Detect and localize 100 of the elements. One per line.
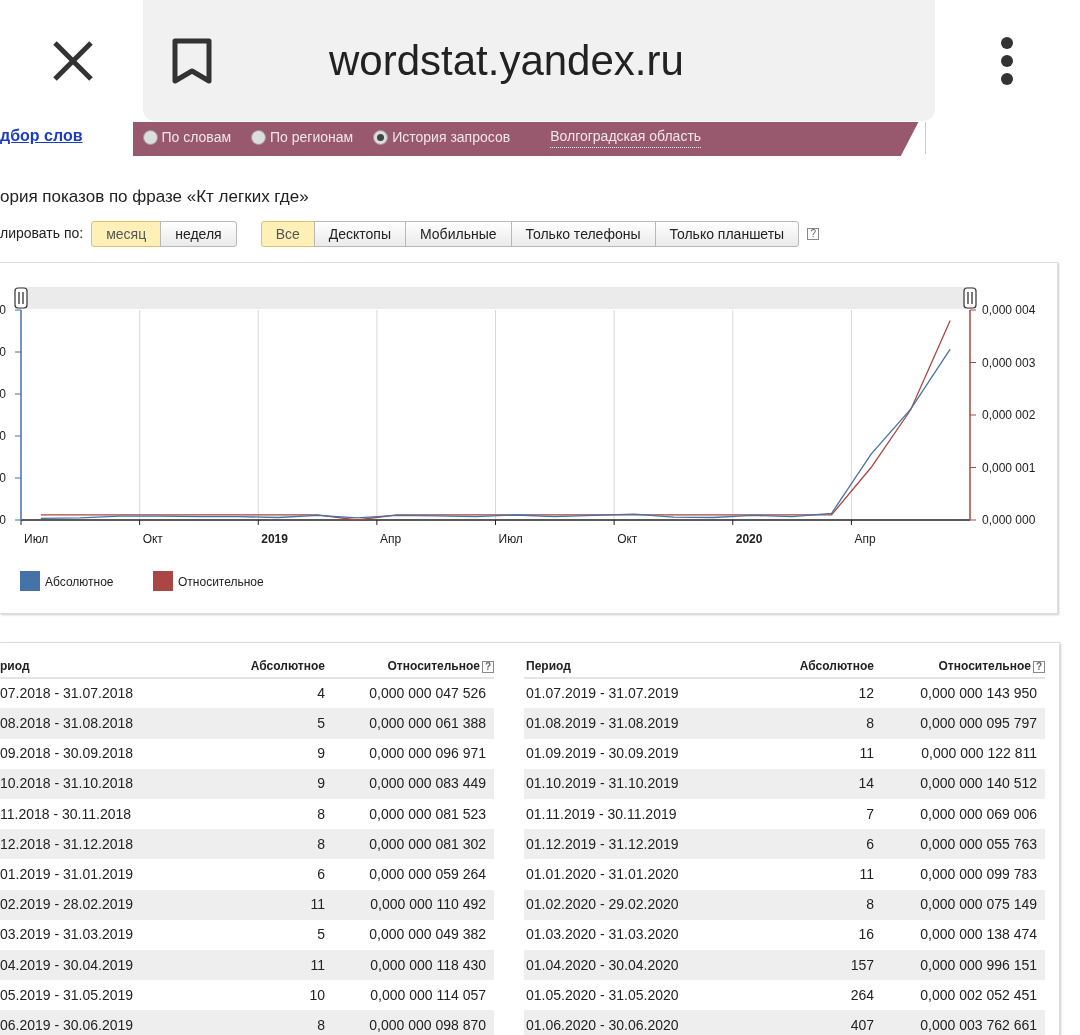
table-cell: 0,000 000 118 430 — [370, 956, 486, 973]
toggle-button[interactable]: Мобильные — [405, 220, 512, 247]
table-cell: 407 — [850, 1016, 874, 1033]
table-cell: 0,000 000 114 057 — [370, 986, 486, 1003]
table-cell: 0,000 000 059 264 — [369, 865, 486, 882]
column-header: Абсолютное — [250, 658, 325, 673]
table-cell: 01.2019 - 31.01.2019 — [0, 865, 134, 882]
y-axis-label: 0,000 001 — [982, 460, 1036, 474]
table-cell: 8 — [866, 715, 874, 731]
table-cell: 9 — [317, 745, 325, 762]
table-cell: 01.08.2019 - 31.08.2019 — [526, 715, 679, 731]
column-header: Абсолютное — [799, 658, 874, 673]
x-axis-label: Июл — [498, 531, 523, 546]
group-by-label: лировать по: — [0, 224, 84, 243]
toggle-button[interactable]: Десктопы — [313, 220, 406, 247]
table-cell: 03.2019 - 31.03.2019 — [0, 926, 134, 943]
radio-option[interactable]: По регионам — [251, 126, 354, 148]
table-cell: 09.2018 - 30.09.2018 — [0, 745, 134, 762]
word-selection-link[interactable]: дбор слов — [0, 118, 83, 148]
y-axis-label: 0,000 004 — [982, 302, 1036, 317]
table-cell: 0,000 000 047 526 — [369, 685, 486, 702]
y-axis-label: 0,000 003 — [982, 355, 1036, 369]
column-header: риод — [0, 658, 30, 673]
table-cell: 0,000 000 061 388 — [369, 715, 486, 731]
table-cell: 01.09.2019 - 30.09.2019 — [526, 745, 679, 762]
table-cell: 01.10.2019 - 31.10.2019 — [526, 775, 679, 792]
help-icon[interactable]: ? — [1033, 660, 1045, 673]
table-cell: 01.03.2020 - 31.03.2020 — [526, 926, 679, 943]
x-axis-label: Окт — [617, 531, 638, 546]
table-cell: 10 — [309, 986, 325, 1003]
table-cell: 0,000 000 081 523 — [369, 805, 486, 822]
table-cell: 8 — [866, 896, 874, 913]
legend-label[interactable]: Абсолютное — [45, 574, 114, 589]
table-cell: 0,000 000 098 870 — [369, 1016, 486, 1033]
table-cell: 12 — [858, 685, 874, 702]
table-cell: 4 — [317, 685, 325, 702]
table-cell: 0,000 000 110 492 — [370, 896, 486, 913]
y-axis-label: 0 — [0, 470, 6, 485]
page-title: ория показов по фразе «Кт легких где» — [0, 186, 310, 208]
range-handle[interactable] — [14, 286, 28, 309]
table-cell: 0,000 000 055 763 — [920, 835, 1037, 852]
legend-label[interactable]: Относительное — [178, 574, 264, 589]
table-cell: 01.06.2020 - 30.06.2020 — [526, 1016, 679, 1033]
y-axis-label: 0 — [0, 428, 6, 443]
table-cell: 06.2019 - 30.06.2019 — [0, 1016, 134, 1033]
toggle-button[interactable]: Все — [260, 220, 315, 247]
address-bar[interactable]: wordstat.yandex.ru — [143, 0, 935, 121]
table-cell: 0,000 002 052 451 — [920, 986, 1037, 1003]
help-icon[interactable]: ? — [807, 227, 820, 240]
table-cell: 5 — [317, 715, 325, 731]
table-cell: 8 — [317, 1016, 325, 1033]
radio-option[interactable]: По словам — [142, 126, 232, 148]
url-text[interactable]: wordstat.yandex.ru — [329, 29, 684, 92]
table-cell: 9 — [317, 775, 325, 792]
y-axis-label: 0 — [0, 344, 6, 359]
table-cell: 0,000 000 075 149 — [920, 896, 1037, 913]
range-handle[interactable] — [963, 286, 977, 309]
toggle-button[interactable]: месяц — [91, 220, 162, 247]
table-cell: 01.02.2020 - 29.02.2020 — [526, 896, 679, 913]
y-axis-label: 0,000 000 — [982, 512, 1036, 527]
region-link[interactable]: Волгоградская область — [550, 126, 702, 148]
x-axis-label: 2020 — [735, 531, 763, 546]
table-cell: 6 — [866, 835, 874, 852]
table-cell: 7 — [866, 805, 874, 822]
radio-button[interactable] — [142, 129, 158, 145]
x-axis-label: Июл — [24, 531, 49, 546]
table-cell: 01.12.2019 - 31.12.2019 — [526, 835, 679, 852]
table-cell: 0,000 000 081 302 — [369, 835, 486, 852]
table-cell: 04.2019 - 30.04.2019 — [0, 956, 134, 973]
toggle-button[interactable]: Только планшеты — [654, 220, 800, 247]
table-cell: 01.05.2020 - 31.05.2020 — [526, 986, 679, 1003]
table-cell: 16 — [858, 926, 874, 943]
table-cell: 11.2018 - 30.11.2018 — [0, 805, 132, 822]
toggle-button[interactable]: неделя — [160, 220, 237, 247]
table-cell: 14 — [858, 775, 874, 792]
table-cell: 8 — [317, 835, 325, 852]
table-cell: 0,000 000 122 811 — [921, 745, 1037, 762]
table-cell: 0,000 000 099 783 — [920, 865, 1037, 882]
toggle-button[interactable]: Только телефоны — [510, 220, 656, 247]
table-cell: 157 — [850, 956, 874, 973]
table-cell: 0,000 000 069 006 — [920, 805, 1037, 822]
table-cell: 0,000 000 083 449 — [369, 775, 486, 792]
column-header: Относительное — [387, 658, 480, 673]
table-cell: 01.04.2020 - 30.04.2020 — [526, 956, 679, 973]
table-cell: 01.11.2019 - 30.11.2019 — [526, 805, 677, 822]
help-icon[interactable]: ? — [482, 660, 494, 673]
x-axis-label: Апр — [854, 531, 876, 546]
radio-button[interactable] — [373, 129, 389, 145]
radio-label[interactable]: По словам — [161, 126, 232, 148]
table-cell: 11 — [310, 896, 325, 913]
radio-button[interactable] — [251, 129, 267, 145]
radio-label[interactable]: По регионам — [270, 126, 354, 148]
column-header: Период — [526, 658, 571, 673]
x-axis-label: 2019 — [261, 531, 288, 546]
table-cell: 0,000 000 096 971 — [369, 745, 486, 762]
y-axis-label: 0 — [0, 386, 6, 401]
table-cell: 11 — [310, 956, 325, 973]
table-cell: 0,000 000 143 950 — [920, 685, 1037, 702]
table-cell: 11 — [859, 745, 874, 762]
table-cell: 01.01.2020 - 31.01.2020 — [526, 865, 679, 882]
